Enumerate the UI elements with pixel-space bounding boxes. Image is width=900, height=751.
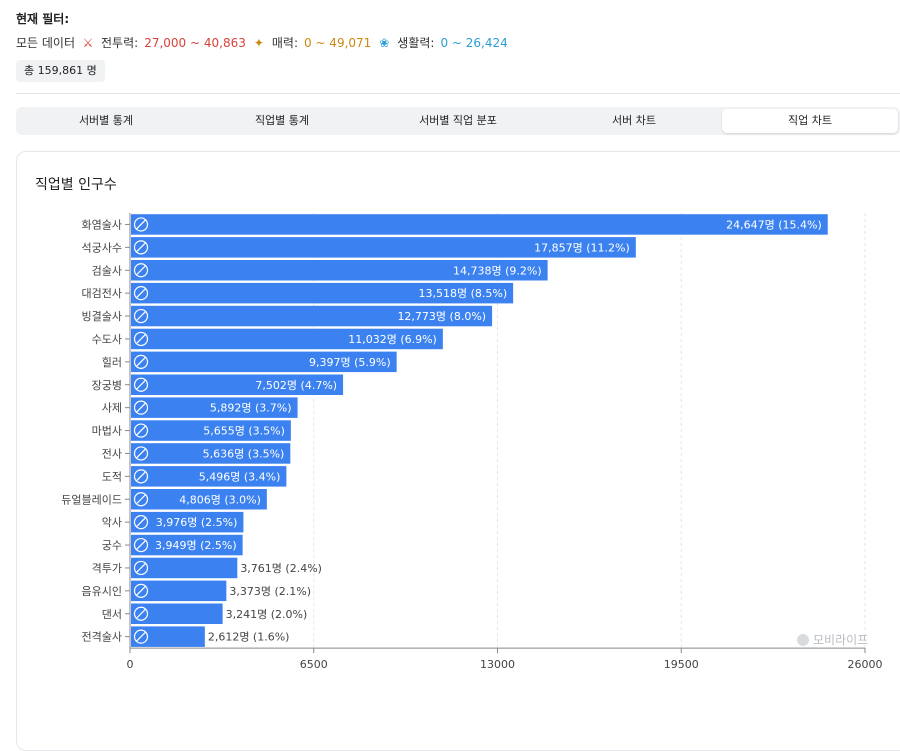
data-label: 3,949명 (2.5%) [155,539,237,552]
data-label: 3,761명 (2.4%) [240,562,322,575]
bar [131,603,223,624]
category-label: 사제 [102,402,122,415]
class-population-chart: 0 6500 13000 19500 26000 화염술사 24,647명 (15.4%) 석… [61,213,883,671]
data-label: 5,892명 (3.7%) [210,402,292,415]
data-label: 11,032명 (6.9%) [348,333,437,346]
data-label: 7,502명 (4.7%) [255,379,337,392]
data-label: 3,976명 (2.5%) [156,516,238,529]
watermark-text: 모비라이프 [813,633,869,647]
data-label: 17,857명 (11.2%) [534,241,630,254]
data-label: 13,518명 (8.5%) [419,287,508,300]
x-tick-label: 19500 [664,658,699,671]
logo-icon [797,633,809,646]
data-label: 5,496명 (3.4%) [199,470,281,483]
bar [131,580,227,602]
category-label: 댄서 [102,608,122,621]
data-label: 9,397명 (5.9%) [309,356,391,369]
category-label: 궁수 [102,539,122,552]
category-label: 악사 [102,516,122,529]
data-label: 24,647명 (15.4%) [726,218,822,231]
data-label: 3,373명 (2.1%) [229,585,311,598]
category-label: 음유시인 [82,585,122,598]
category-label: 마법사 [92,425,122,438]
category-label: 석궁사수 [82,241,122,254]
category-label: 수도사 [92,333,122,346]
category-label: 화염술사 [82,218,122,231]
category-label: 빙결술사 [82,310,122,323]
bar [131,214,828,235]
data-label: 4,806명 (3.0%) [179,493,261,506]
category-label: 대검전사 [82,287,122,300]
category-label: 격투가 [92,562,122,575]
watermark: 모비라이프 [797,631,868,648]
category-label: 장궁병 [92,379,122,392]
data-label: 2,612명 (1.6%) [208,631,290,644]
data-label: 12,773명 (8.0%) [397,310,486,323]
data-label: 5,655명 (3.5%) [203,425,285,438]
x-tick-label: 6500 [300,658,328,671]
category-label: 듀얼블레이드 [61,492,122,506]
x-tick-label: 13000 [480,658,515,671]
x-tick-label: 0 [127,658,134,671]
category-label: 검술사 [92,264,122,277]
data-label: 5,636명 (3.5%) [203,447,285,460]
category-label: 전격술사 [82,631,122,644]
category-label: 힐러 [102,356,122,369]
data-label: 14,738명 (9.2%) [453,264,542,277]
data-label: 3,241명 (2.0%) [226,608,308,621]
category-label: 도적 [102,470,122,483]
x-tick-label: 26000 [848,658,883,671]
bar [131,626,205,647]
category-label: 전사 [102,447,122,460]
